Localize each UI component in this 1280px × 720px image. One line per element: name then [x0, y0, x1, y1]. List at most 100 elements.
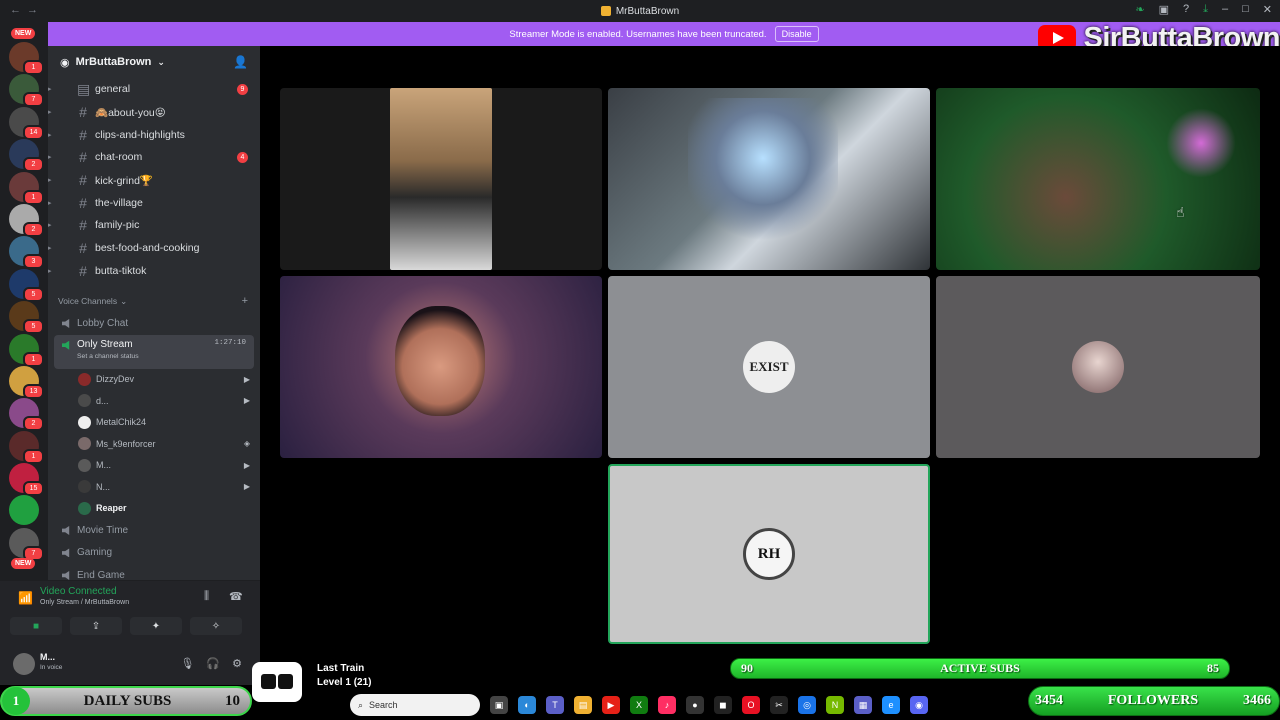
discord-icon[interactable]: ◉ [910, 696, 928, 714]
maximize-icon[interactable]: □ [1242, 3, 1249, 16]
text-channel[interactable]: ▸ # chat-room 4 [48, 146, 260, 169]
avatar [78, 437, 91, 451]
server-icon[interactable]: 13 [9, 365, 44, 399]
download-icon[interactable]: ⤓ [1203, 3, 1208, 16]
capcut-icon[interactable]: ✂ [770, 696, 788, 714]
text-channel[interactable]: ▸ # butta-tiktok [48, 260, 260, 283]
voice-status[interactable]: Video Connected [40, 586, 117, 597]
voice-user-name: MetalChik24 [96, 417, 147, 428]
user-name[interactable]: M... [40, 652, 55, 662]
text-channel[interactable]: ▸ # the-village [48, 191, 260, 214]
xbox-icon[interactable]: X [630, 696, 648, 714]
copilot-icon[interactable]: ◐ [518, 696, 536, 714]
video-tile[interactable]: EXIST [608, 276, 930, 458]
obs-icon[interactable]: ● [686, 696, 704, 714]
text-channel[interactable]: ▸ # clips-and-highlights [48, 123, 260, 146]
voice-channel[interactable]: End Game [48, 564, 260, 580]
minimize-icon[interactable]: – [1222, 3, 1228, 16]
video-tile-speaking[interactable]: RH [608, 464, 930, 644]
server-icon[interactable]: 1 [9, 171, 44, 205]
voice-channel[interactable]: Gaming [48, 542, 260, 565]
followers-left: 3454 [1035, 693, 1063, 708]
voice-channel-active[interactable]: Only Stream Set a channel status 1:27:10 [54, 334, 254, 369]
text-channel[interactable]: ▸ # kick-grind🏆 [48, 169, 260, 192]
voice-user[interactable]: DizzyDev ▶ [48, 369, 260, 391]
add-channel-icon[interactable]: + [242, 295, 248, 307]
server-header[interactable]: ◉ MrButtaBrown ⌄ 👤 [48, 46, 260, 78]
mention-badge: 15 [23, 481, 44, 497]
text-channel[interactable]: ▸ ▤ general 9 [48, 78, 260, 101]
server-icon[interactable]: 1 [9, 42, 44, 75]
text-channel[interactable]: ▸ # family-pic [48, 214, 260, 237]
voice-category[interactable]: Voice Channels ⌄ + [48, 290, 260, 312]
video-tile[interactable] [936, 88, 1260, 270]
help-icon[interactable]: ? [1183, 3, 1189, 16]
voice-user[interactable]: M... ▶ [48, 455, 260, 477]
server-icon[interactable] [9, 495, 39, 526]
activities-button[interactable]: ✦ [130, 617, 182, 635]
youtube-app-icon[interactable]: ▶ [602, 696, 620, 714]
active-subs-left: 90 [741, 661, 753, 675]
caret-icon: ▸ [48, 109, 52, 117]
disable-button[interactable]: Disable [774, 26, 819, 42]
microphone-icon[interactable]: 🎙 [180, 657, 194, 670]
edge-icon[interactable]: e [882, 696, 900, 714]
text-channel[interactable]: ▸ # 🙈about-you😝 [48, 101, 260, 124]
server-icon[interactable]: 5 [9, 268, 44, 302]
camera-button[interactable]: ■ [10, 617, 62, 635]
server-icon[interactable]: 7 [9, 74, 44, 108]
taskbar-search[interactable]: ⌕ Search [350, 694, 480, 716]
avatar [78, 415, 91, 429]
server-list: NEW 1 7 14 2 1 2 3 5 5 1 13 2 1 15 7 NEW [0, 22, 48, 580]
server-icon[interactable]: 5 [9, 301, 44, 335]
grid-app-icon[interactable]: ▦ [854, 696, 872, 714]
voice-location[interactable]: Only Stream / MrButtaBrown [40, 599, 129, 606]
server-icon[interactable]: 3 [9, 236, 44, 270]
effects-button[interactable]: ✧ [190, 617, 242, 635]
server-icon[interactable]: 7 [9, 527, 44, 561]
disconnect-icon[interactable]: ☎ [229, 590, 243, 603]
call-timer: 1:27:10 [214, 338, 246, 347]
server-icon[interactable]: 14 [9, 106, 44, 140]
task-view-icon[interactable]: ▣ [490, 696, 508, 714]
screen-share-button[interactable]: ⇪ [70, 617, 122, 635]
voice-user[interactable]: N... ▶ [48, 476, 260, 498]
voice-user[interactable]: Ms_k9enforcer ◈ [48, 433, 260, 455]
video-tile[interactable] [608, 88, 930, 270]
close-icon[interactable]: ✕ [1263, 3, 1272, 16]
tiktok-icon[interactable]: ♪ [658, 696, 676, 714]
inbox-icon[interactable]: ▣ [1159, 3, 1169, 16]
nav-arrows[interactable]: ←→ [10, 4, 44, 16]
server-icon[interactable]: 1 [9, 430, 44, 464]
server-icon[interactable]: 15 [9, 463, 44, 497]
voice-user[interactable]: MetalChik24 [48, 412, 260, 434]
opera-icon[interactable]: O [742, 696, 760, 714]
nvidia-icon[interactable]: N [826, 696, 844, 714]
add-member-icon[interactable]: 👤 [233, 55, 248, 69]
browser-icon[interactable]: ◎ [798, 696, 816, 714]
soundboard-icon[interactable]: ⫼ [204, 590, 209, 603]
voice-channel[interactable]: Lobby Chat [48, 312, 260, 335]
mention-badge: 3 [23, 254, 44, 270]
app-icon-dark[interactable]: ◼ [714, 696, 732, 714]
video-tile[interactable] [936, 276, 1260, 458]
server-icon[interactable]: 1 [9, 333, 44, 367]
server-icon[interactable]: 2 [9, 398, 44, 432]
file-explorer-icon[interactable]: ▤ [574, 696, 592, 714]
gear-icon[interactable]: ⚙ [232, 657, 242, 670]
channel-name: best-food-and-cooking [95, 242, 200, 255]
voice-user[interactable]: d... ▶ [48, 390, 260, 412]
voice-channel[interactable]: Movie Time [48, 519, 260, 542]
video-tile[interactable] [280, 276, 602, 458]
headphones-icon[interactable]: 🎧 [206, 657, 220, 670]
teams-icon[interactable]: T [546, 696, 564, 714]
server-icon[interactable]: 2 [9, 139, 44, 173]
voice-user[interactable]: Reaper [48, 498, 260, 520]
text-channel[interactable]: ▸ # best-food-and-cooking [48, 237, 260, 260]
server-icon[interactable]: 2 [9, 203, 44, 237]
channel-status[interactable]: Set a channel status [77, 353, 139, 360]
channel-name: the-village [95, 196, 143, 209]
avatar[interactable] [13, 653, 35, 675]
leaf-icon[interactable]: ❧ [1135, 3, 1144, 16]
video-tile[interactable] [280, 88, 602, 270]
